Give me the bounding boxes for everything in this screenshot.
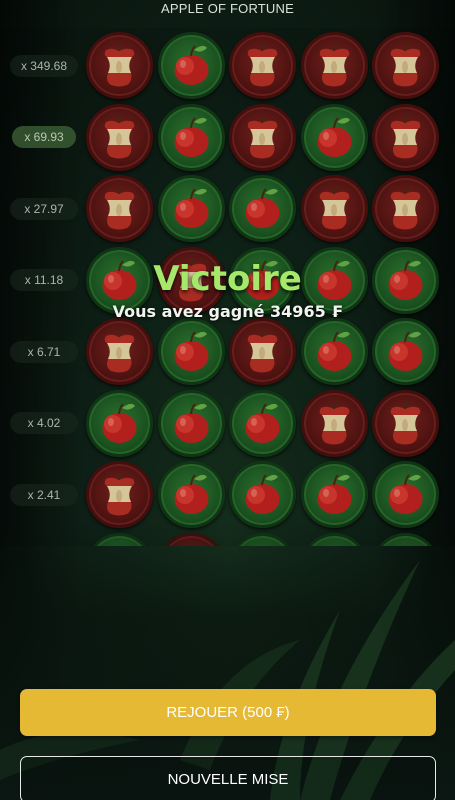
- multiplier-label: x 69.93: [12, 126, 76, 148]
- apple-tile[interactable]: [157, 389, 225, 457]
- apple-icon: [174, 188, 208, 228]
- bitten-apple-tile[interactable]: [229, 103, 296, 171]
- apple-tile[interactable]: [372, 461, 439, 528]
- apple-core-icon: [104, 42, 135, 87]
- apple-core-icon: [319, 399, 349, 444]
- multiplier-label: x 4.02: [10, 412, 78, 434]
- bitten-apple-tile[interactable]: [372, 389, 439, 457]
- bitten-apple-tile[interactable]: [86, 32, 153, 99]
- apple-icon: [388, 474, 423, 514]
- result-heading: Victoire: [153, 259, 302, 299]
- apple-tile[interactable]: [372, 318, 439, 385]
- apple-icon: [102, 402, 137, 443]
- bitten-apple-tile[interactable]: [372, 103, 439, 171]
- apple-tile[interactable]: [229, 175, 296, 242]
- apple-icon: [317, 116, 351, 157]
- apple-icon: [317, 331, 351, 371]
- bitten-apple-tile[interactable]: [372, 175, 439, 242]
- apple-icon: [174, 45, 208, 85]
- apple-tile[interactable]: [157, 32, 225, 99]
- bitten-apple-tile[interactable]: [229, 32, 296, 99]
- apple-core-icon: [104, 471, 135, 516]
- replay-button[interactable]: REJOUER (500 ₣): [20, 689, 436, 736]
- apple-core-icon: [390, 113, 421, 158]
- bitten-apple-tile[interactable]: [300, 32, 368, 99]
- apple-tile[interactable]: [300, 103, 368, 171]
- apple-core-icon: [390, 399, 421, 444]
- apple-icon: [174, 331, 208, 371]
- result-message: Vous avez gagné 34965 ₣: [112, 302, 343, 321]
- apple-tile[interactable]: [300, 461, 368, 528]
- apple-tile[interactable]: [157, 318, 225, 385]
- game-screen: APPLE OF FORTUNE x 349.68 x 69.93 x 27.97 x…: [0, 0, 455, 800]
- apple-core-icon: [104, 328, 135, 373]
- bitten-apple-tile[interactable]: [372, 32, 439, 99]
- apple-icon: [174, 474, 208, 514]
- apple-icon: [245, 188, 280, 228]
- game-title: APPLE OF FORTUNE: [161, 1, 294, 16]
- apple-core-icon: [390, 185, 421, 230]
- apple-icon: [174, 402, 208, 443]
- apple-icon: [174, 116, 208, 157]
- bitten-apple-tile[interactable]: [86, 175, 153, 242]
- apple-tile[interactable]: [157, 175, 225, 242]
- bitten-apple-tile[interactable]: [86, 103, 153, 171]
- apple-tile[interactable]: [229, 389, 296, 457]
- apple-core-icon: [247, 328, 278, 373]
- bitten-apple-tile[interactable]: [300, 389, 368, 457]
- apple-tile[interactable]: [157, 461, 225, 528]
- bitten-apple-tile[interactable]: [86, 318, 153, 385]
- bitten-apple-tile[interactable]: [229, 318, 296, 385]
- apple-core-icon: [104, 113, 135, 158]
- multiplier-label: x 2.41: [10, 483, 78, 506]
- bitten-apple-tile[interactable]: [86, 461, 153, 528]
- apple-core-icon: [247, 42, 278, 87]
- apple-icon: [245, 474, 280, 514]
- apple-core-icon: [319, 185, 349, 230]
- apple-tile[interactable]: [157, 103, 225, 171]
- apple-icon: [245, 402, 280, 443]
- result-overlay: Victoire Vous avez gagné 34965 ₣: [0, 258, 455, 321]
- apple-core-icon: [104, 185, 135, 230]
- apple-icon: [317, 474, 351, 514]
- new-bet-button[interactable]: NOUVELLE MISE: [20, 756, 436, 800]
- multiplier-label: x 6.71: [10, 340, 78, 363]
- apple-tile[interactable]: [300, 318, 368, 385]
- apple-core-icon: [319, 42, 349, 87]
- apple-tile[interactable]: [229, 461, 296, 528]
- apple-core-icon: [247, 113, 278, 158]
- apple-core-icon: [390, 42, 421, 87]
- apple-icon: [388, 331, 423, 371]
- apple-tile[interactable]: [86, 389, 153, 457]
- bitten-apple-tile[interactable]: [300, 175, 368, 242]
- multiplier-label: x 349.68: [10, 54, 78, 77]
- multiplier-label: x 27.97: [10, 197, 78, 220]
